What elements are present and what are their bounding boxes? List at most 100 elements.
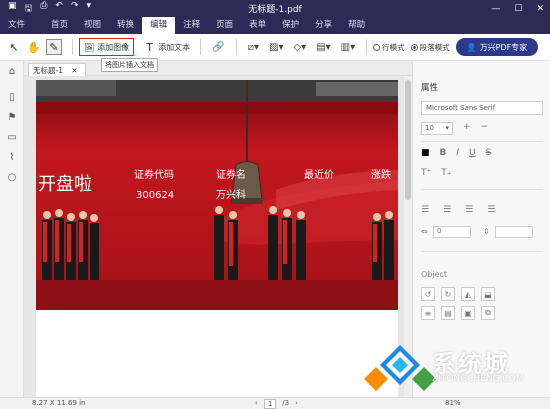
paragraph-mode-radio[interactable]: 段落模式 — [410, 42, 450, 53]
tab-document[interactable]: 无标题-1 ✕ — [28, 63, 86, 76]
document-tabs: 无标题-1 ✕ — [24, 61, 412, 76]
menu-file[interactable]: 文件 — [0, 17, 33, 34]
hand-icon[interactable]: ✋ — [26, 39, 42, 55]
chevron-down-icon: ▾ — [445, 124, 449, 132]
strikethrough-icon[interactable]: S — [486, 148, 492, 158]
divider — [421, 189, 543, 190]
add-text-button[interactable]: Ｔ 添加文本 — [140, 38, 194, 56]
menu-form[interactable]: 表单 — [241, 17, 274, 34]
close-tab-icon[interactable]: ✕ — [71, 66, 77, 75]
distribute-icon[interactable]: ▤ — [441, 306, 455, 320]
save-icon[interactable]: 🖫 — [25, 1, 33, 17]
menu-page[interactable]: 页面 — [208, 17, 241, 34]
watermark-icon[interactable]: ▨▾ — [269, 42, 283, 53]
dropdown-icon[interactable]: ▾ — [86, 1, 91, 17]
photo-headline: 开盘啦 — [38, 174, 92, 195]
pages-icon[interactable]: ▯ — [0, 87, 24, 107]
home-icon[interactable]: ⌂ — [0, 61, 24, 81]
increase-font-icon[interactable]: + — [463, 122, 471, 132]
select-cursor-icon[interactable]: ↖ — [6, 39, 22, 55]
flip-vertical-icon[interactable]: ⬓ — [481, 287, 495, 301]
photo-name: 万兴科 — [216, 188, 246, 201]
redo-icon[interactable]: ↷ — [71, 1, 79, 17]
flip-horizontal-icon[interactable]: ◭ — [461, 287, 475, 301]
add-image-button[interactable]: 🖼 添加图像 — [79, 38, 135, 56]
bell-ringing-photo: 开盘啦 证券代码 300624 证券名 万兴科 最近价 涨跌 — [36, 80, 398, 310]
text-color-icon[interactable]: ■ — [421, 148, 430, 158]
menu-convert[interactable]: 转换 — [109, 17, 142, 34]
char-spacing-value: 0 — [437, 227, 442, 235]
char-spacing-input[interactable]: 0 — [433, 226, 471, 238]
edit-mode-icon[interactable]: ✎ — [46, 39, 62, 55]
bates-number-icon[interactable]: ▥▾ — [341, 42, 355, 53]
link-icon[interactable]: 🔗 — [212, 42, 224, 53]
menu-view[interactable]: 视图 — [76, 17, 109, 34]
title-bar: ▣ 🖫 ⎙ ↶ ↷ ▾ 无标题-1.pdf — ☐ ✕ — [0, 0, 550, 17]
align-justify-icon[interactable]: ☰ — [487, 205, 495, 215]
page-total: /3 — [282, 399, 290, 407]
tab-label: 无标题-1 — [33, 66, 63, 75]
crop-icon[interactable]: ⧄▾ — [248, 42, 259, 53]
pdf-logo-icon: ▣ — [8, 0, 17, 11]
add-text-label: 添加文本 — [158, 42, 191, 52]
extract-image-icon[interactable]: ⧉ — [481, 306, 495, 320]
radio-on-icon — [410, 44, 418, 51]
align-object-icon[interactable]: ≡ — [421, 306, 435, 320]
user-icon: 👤 — [466, 42, 477, 52]
toolbar-divider — [366, 39, 368, 55]
toolbar-divider — [200, 39, 202, 55]
watermark-url: XITONGCHENG.COM — [432, 374, 524, 384]
quick-access-toolbar: ▣ 🖫 ⎙ ↶ ↷ ▾ — [0, 1, 91, 17]
font-family-value: Microsoft Sans Serif — [426, 104, 496, 112]
minimize-icon[interactable]: — — [491, 4, 500, 14]
align-center-icon[interactable]: ☰ — [443, 205, 451, 215]
comment-icon[interactable]: ▭ — [0, 127, 24, 147]
paragraph-mode-label: 段落模式 — [419, 42, 450, 52]
photo-label-price: 最近价 — [304, 168, 334, 181]
search-icon[interactable]: ○ — [0, 167, 24, 187]
attachment-icon[interactable]: ⌇ — [0, 147, 24, 167]
bold-icon[interactable]: B — [440, 148, 447, 158]
background-icon[interactable]: ◇▾ — [293, 42, 306, 53]
rotate-left-icon[interactable]: ↺ — [421, 287, 435, 301]
font-size-steppers: + − — [463, 122, 488, 132]
subscript-icon[interactable]: T₊ — [441, 168, 451, 178]
inserted-photo[interactable]: 开盘啦 证券代码 300624 证券名 万兴科 最近价 涨跌 — [36, 80, 398, 310]
prev-page-icon[interactable]: ‹ — [255, 399, 258, 409]
photo-label-change: 涨跌 — [371, 168, 391, 181]
italic-icon[interactable]: I — [456, 148, 459, 158]
object-arrange-row: ≡ ▤ ▣ ⧉ — [421, 306, 495, 320]
menu-home[interactable]: 首页 — [43, 17, 76, 34]
font-size-select[interactable]: 10 ▾ — [421, 122, 453, 135]
menu-comment[interactable]: 注释 — [175, 17, 208, 34]
font-family-select[interactable]: Microsoft Sans Serif — [421, 101, 543, 115]
pdf-expert-button[interactable]: 👤 万兴PDF专家 — [456, 38, 538, 56]
menu-edit[interactable]: 编辑 — [142, 17, 176, 34]
underline-icon[interactable]: U — [469, 148, 476, 158]
menu-protect[interactable]: 保护 — [274, 17, 307, 34]
bookmark-icon[interactable]: ⚑ — [0, 107, 24, 127]
menu-share[interactable]: 分享 — [307, 17, 340, 34]
add-image-tooltip: 将图片插入文档 — [101, 58, 158, 72]
properties-title: 属性 — [421, 83, 439, 93]
line-mode-radio[interactable]: 行模式 — [373, 42, 405, 53]
menu-help[interactable]: 帮助 — [340, 17, 373, 34]
print-icon[interactable]: ⎙ — [40, 1, 47, 17]
align-left-icon[interactable]: ☰ — [421, 205, 429, 215]
maximize-icon[interactable]: ☐ — [514, 4, 522, 14]
undo-icon[interactable]: ↶ — [55, 1, 63, 17]
decrease-font-icon[interactable]: − — [481, 122, 489, 132]
rotate-right-icon[interactable]: ↻ — [441, 287, 455, 301]
superscript-icon[interactable]: T⁺ — [421, 168, 431, 178]
divider — [421, 141, 543, 142]
line-spacing-icon: ⇕ — [483, 227, 490, 236]
header-footer-icon[interactable]: ▤▾ — [316, 42, 330, 53]
page-number-input[interactable]: 1 — [263, 399, 277, 409]
scrollbar-thumb[interactable] — [405, 80, 411, 200]
replace-image-icon[interactable]: ▣ — [461, 306, 475, 320]
pdf-page[interactable]: 开盘啦 证券代码 300624 证券名 万兴科 最近价 涨跌 — [36, 80, 398, 400]
next-page-icon[interactable]: › — [295, 399, 298, 409]
align-right-icon[interactable]: ☰ — [465, 205, 473, 215]
line-spacing-input[interactable] — [495, 226, 533, 238]
close-icon[interactable]: ✕ — [536, 4, 544, 14]
